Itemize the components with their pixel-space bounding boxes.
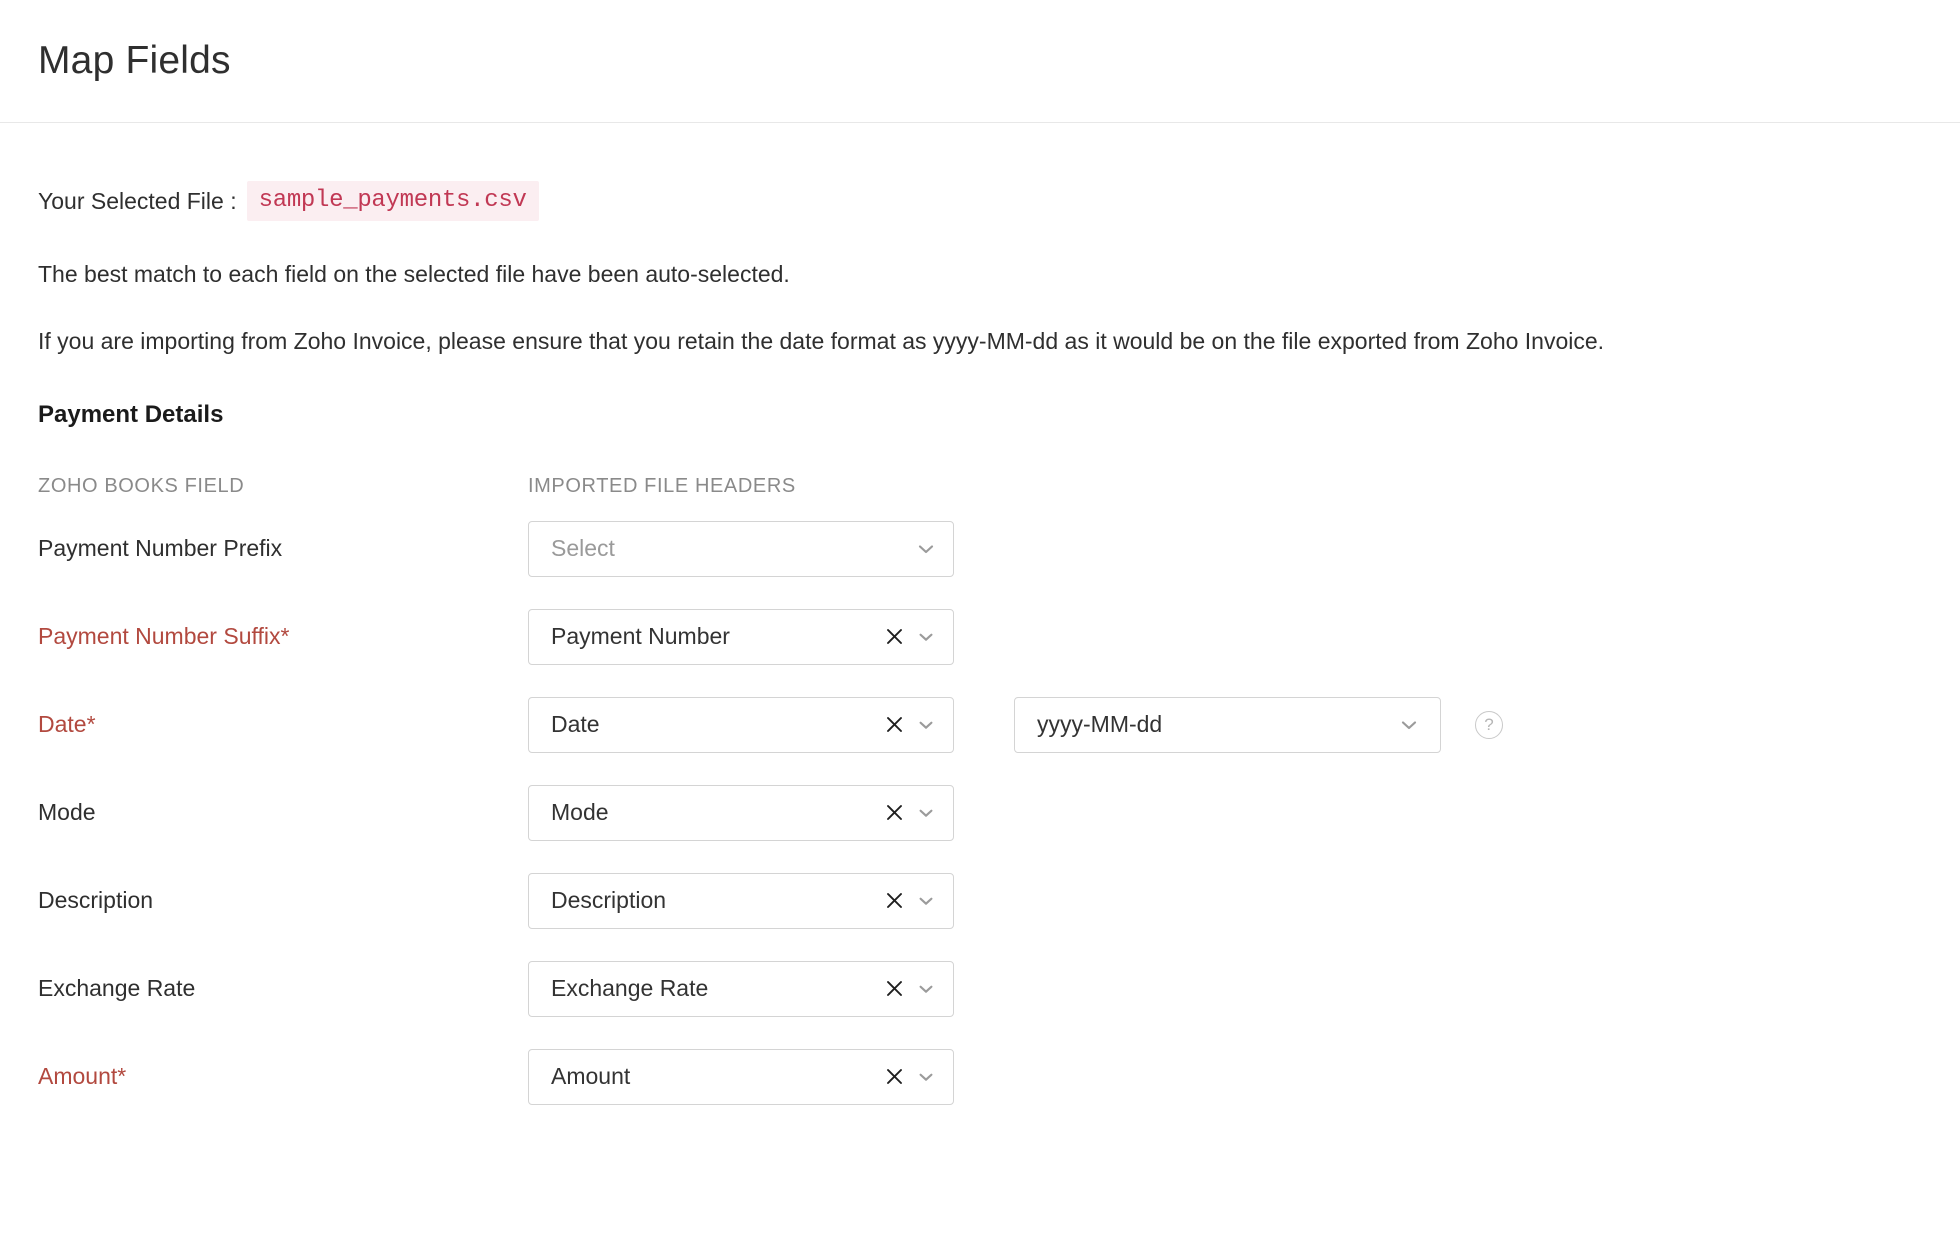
chevron-down-icon[interactable] (1396, 712, 1422, 738)
table-row: Description Description (38, 863, 1922, 938)
select-payment-number-suffix[interactable]: Payment Number (528, 608, 954, 665)
table-row: Date* Date yyyy-MM-dd ? (38, 687, 1922, 762)
page-header: Map Fields (0, 0, 1960, 123)
table-header-row: ZOHO BOOKS FIELD IMPORTED FILE HEADERS (38, 475, 1922, 498)
clear-icon[interactable] (881, 624, 907, 650)
selected-file-row: Your Selected File : sample_payments.csv (38, 181, 1922, 221)
field-label-description: Description (38, 887, 154, 913)
select-value: Date (551, 711, 600, 737)
chevron-down-icon[interactable] (913, 536, 939, 562)
field-label-mode: Mode (38, 799, 96, 825)
column-header-zoho-books-field: ZOHO BOOKS FIELD (38, 475, 245, 497)
table-row: Amount* Amount (38, 1039, 1922, 1114)
select-date-format[interactable]: yyyy-MM-dd (1014, 696, 1441, 753)
select-value: Mode (551, 799, 609, 825)
select-description[interactable]: Description (528, 872, 954, 929)
field-label-date: Date* (38, 711, 96, 737)
chevron-down-icon[interactable] (913, 1064, 939, 1090)
select-value: Select (551, 535, 615, 561)
clear-icon[interactable] (881, 888, 907, 914)
chevron-down-icon[interactable] (913, 624, 939, 650)
chevron-down-icon[interactable] (913, 888, 939, 914)
select-payment-number-prefix[interactable]: Select (528, 520, 954, 577)
field-label-payment-number-prefix: Payment Number Prefix (38, 535, 283, 561)
clear-icon[interactable] (881, 712, 907, 738)
select-date[interactable]: Date (528, 696, 954, 753)
chevron-down-icon[interactable] (913, 976, 939, 1002)
clear-icon[interactable] (881, 976, 907, 1002)
date-format-note: If you are importing from Zoho Invoice, … (38, 328, 1605, 354)
selected-file-name: sample_payments.csv (246, 181, 539, 221)
field-label-exchange-rate: Exchange Rate (38, 975, 196, 1001)
field-label-amount: Amount* (38, 1063, 127, 1089)
select-value: Amount (551, 1063, 631, 1089)
chevron-down-icon[interactable] (913, 800, 939, 826)
select-value: Payment Number (551, 623, 730, 649)
clear-icon[interactable] (881, 800, 907, 826)
table-row: Mode Mode (38, 775, 1922, 850)
column-header-imported-file-headers: IMPORTED FILE HEADERS (528, 475, 796, 497)
select-exchange-rate[interactable]: Exchange Rate (528, 960, 954, 1017)
select-value: Exchange Rate (551, 975, 709, 1001)
page-title: Map Fields (38, 39, 231, 82)
chevron-down-icon[interactable] (913, 712, 939, 738)
auto-select-note: The best match to each field on the sele… (38, 261, 790, 287)
select-value: Description (551, 887, 667, 913)
table-row: Exchange Rate Exchange Rate (38, 951, 1922, 1026)
clear-icon[interactable] (881, 1064, 907, 1090)
field-label-payment-number-suffix: Payment Number Suffix* (38, 623, 290, 649)
select-value: yyyy-MM-dd (1037, 711, 1163, 737)
select-amount[interactable]: Amount (528, 1048, 954, 1105)
table-row: Payment Number Suffix* Payment Number (38, 599, 1922, 674)
selected-file-label: Your Selected File : (38, 187, 237, 214)
table-row: Payment Number Prefix Select (38, 511, 1922, 586)
page-body: Your Selected File : sample_payments.csv… (0, 181, 1960, 1114)
section-title-payment-details: Payment Details (38, 401, 224, 428)
select-mode[interactable]: Mode (528, 784, 954, 841)
field-mapping-table: ZOHO BOOKS FIELD IMPORTED FILE HEADERS P… (38, 475, 1922, 1114)
help-circle-icon[interactable]: ? (1475, 710, 1503, 739)
